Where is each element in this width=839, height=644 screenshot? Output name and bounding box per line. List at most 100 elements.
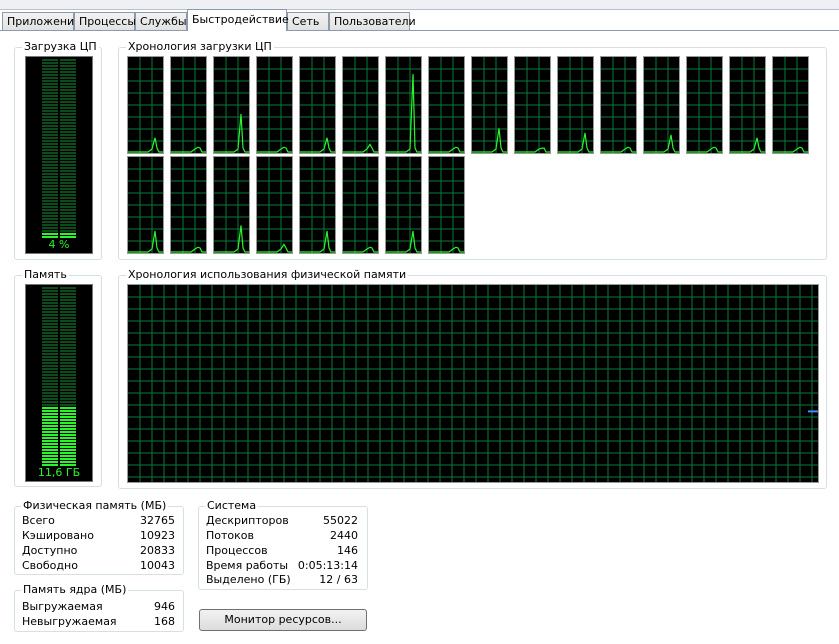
stat-value: 146	[337, 544, 358, 557]
cpu-meter-segment	[42, 209, 58, 211]
cpu-meter-segment	[60, 104, 76, 106]
cpu-core-graph	[385, 56, 422, 154]
stat-value: 168	[154, 615, 175, 628]
cpu-meter-segment	[42, 122, 58, 124]
memory-meter-segment	[60, 452, 76, 454]
memory-meter-segment	[42, 344, 58, 346]
cpu-meter-segment	[42, 80, 58, 82]
tab-services[interactable]: Службы	[135, 12, 187, 30]
memory-meter-segment	[42, 320, 58, 322]
cpu-meter-segment	[42, 128, 58, 130]
cpu-meter-segment	[42, 197, 58, 199]
cpu-meter-segment	[42, 179, 58, 181]
memory-meter-segment	[42, 449, 58, 451]
cpu-core-line	[386, 74, 421, 153]
kernel-memory-title: Память ядра (МБ)	[21, 583, 129, 596]
cpu-core-line	[386, 231, 421, 253]
cpu-core-graph	[643, 56, 680, 154]
memory-meter-segment	[60, 428, 76, 430]
resource-monitor-button[interactable]: Монитор ресурсов...	[199, 609, 367, 631]
tab-applications[interactable]: Приложения	[2, 12, 81, 30]
memory-meter-segment	[60, 356, 76, 358]
cpu-meter-segment	[42, 92, 58, 94]
cpu-meter-segment	[60, 122, 76, 124]
cpu-core-line	[472, 128, 507, 153]
cpu-meter-segment	[60, 158, 76, 160]
cpu-meter-segment	[60, 155, 76, 157]
cpu-meter-segment	[60, 206, 76, 208]
memory-meter-segment	[60, 368, 76, 370]
memory-meter-segment	[60, 359, 76, 361]
memory-meter-segment	[42, 314, 58, 316]
system-title: Система	[205, 499, 259, 512]
cpu-meter-segment	[42, 89, 58, 91]
cpu-meter-segment	[60, 212, 76, 214]
memory-meter-segment	[42, 443, 58, 445]
memory-meter-segment	[60, 371, 76, 373]
tab-users[interactable]: Пользователи	[329, 12, 416, 30]
tab-network[interactable]: Сеть	[287, 12, 329, 30]
memory-meter-segment	[60, 392, 76, 394]
cpu-meter-segment	[42, 104, 58, 106]
memory-meter-segment	[42, 413, 58, 415]
cpu-core-graph	[471, 56, 508, 154]
cpu-meter-segment	[60, 77, 76, 79]
memory-meter-segment	[42, 398, 58, 400]
cpu-meter-segment	[60, 80, 76, 82]
memory-meter-segment	[60, 416, 76, 418]
cpu-core-graph	[428, 56, 465, 154]
cpu-core-graph	[256, 156, 293, 254]
cpu-core-line	[644, 134, 679, 153]
cpu-usage-value: 4 %	[48, 238, 70, 251]
memory-meter-segment	[60, 311, 76, 313]
memory-meter-segment	[42, 350, 58, 352]
cpu-meter-segment	[60, 74, 76, 76]
memory-meter-segment	[60, 419, 76, 421]
cpu-core-line	[429, 246, 464, 253]
tab-performance[interactable]: Быстродействие	[187, 9, 289, 31]
cpu-meter-segment	[60, 203, 76, 205]
cpu-meter-segment	[42, 74, 58, 76]
memory-meter-segment	[42, 383, 58, 385]
memory-meter-segment	[60, 446, 76, 448]
memory-meter-segment	[60, 293, 76, 295]
memory-meter-segment	[60, 299, 76, 301]
cpu-meter-segment	[60, 185, 76, 187]
cpu-meter-segment	[60, 98, 76, 100]
memory-meter-segment	[60, 341, 76, 343]
cpu-meter-segment	[42, 176, 58, 178]
stat-label: Всего	[22, 514, 55, 527]
cpu-meter-segment	[42, 227, 58, 229]
cpu-meter-segment	[60, 131, 76, 133]
memory-meter-segment	[42, 356, 58, 358]
cpu-meter-segment	[42, 134, 58, 136]
cpu-usage-meter: 4 %	[25, 56, 93, 254]
memory-meter-segment	[60, 335, 76, 337]
tab-bar: Приложения Процессы Службы Быстродействи…	[0, 9, 839, 31]
cpu-core-line	[687, 146, 722, 153]
memory-meter-segment	[42, 353, 58, 355]
cpu-core-line	[300, 231, 335, 253]
cpu-core-graph	[385, 156, 422, 254]
cpu-core-line	[730, 137, 765, 153]
cpu-core-graph	[170, 56, 207, 154]
memory-history-title: Хронология использования физической памя…	[126, 268, 409, 281]
cpu-core-line	[558, 132, 593, 153]
memory-meter-segment	[60, 323, 76, 325]
stat-value: 20833	[140, 544, 175, 557]
cpu-meter-segment	[60, 188, 76, 190]
cpu-meter-segment	[42, 113, 58, 115]
cpu-meter-segment	[60, 233, 76, 235]
stat-label: Свободно	[22, 559, 78, 572]
memory-meter-segment	[42, 416, 58, 418]
memory-meter-segment	[42, 425, 58, 427]
cpu-meter-segment	[42, 59, 58, 61]
cpu-meter-segment	[60, 224, 76, 226]
memory-meter-segment	[60, 326, 76, 328]
cpu-core-graph	[557, 56, 594, 154]
memory-meter-segment	[60, 422, 76, 424]
memory-meter-segment	[42, 455, 58, 457]
cpu-core-graph	[729, 56, 766, 154]
tab-processes[interactable]: Процессы	[74, 12, 136, 30]
memory-meter-segment	[60, 332, 76, 334]
